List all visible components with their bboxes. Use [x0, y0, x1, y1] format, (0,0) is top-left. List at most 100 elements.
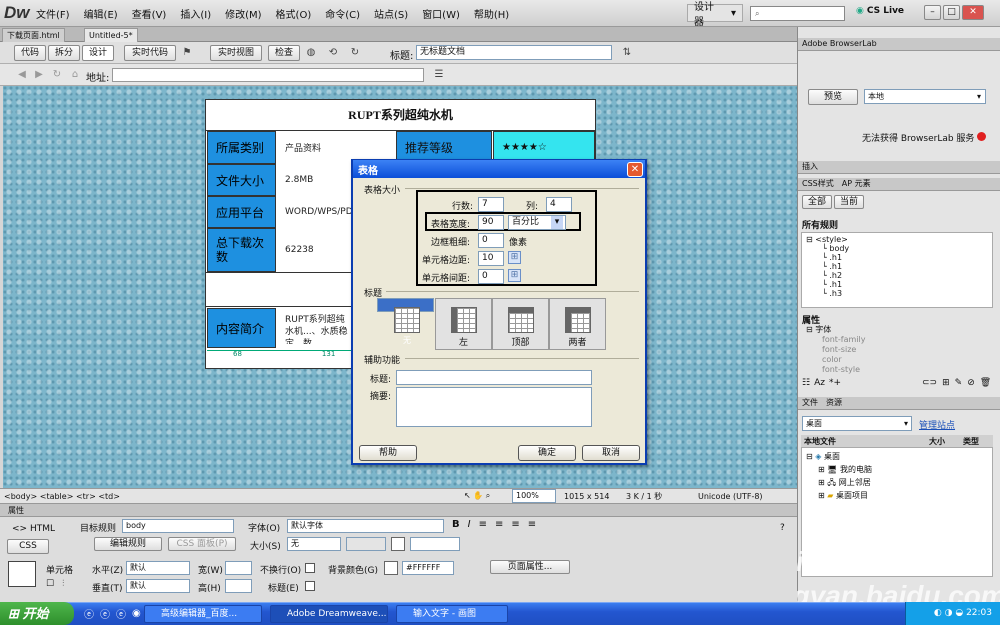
header-checkbox[interactable]	[305, 581, 315, 591]
summary-textarea[interactable]	[396, 387, 592, 427]
menu-commands[interactable]: 命令(C)	[325, 6, 360, 21]
rule-item[interactable]: └ body	[822, 244, 849, 253]
insert-panel-tab[interactable]: 插入	[798, 161, 1000, 174]
column-local-files[interactable]: 本地文件	[801, 436, 929, 447]
file-management-icon[interactable]: ⇅	[620, 46, 634, 60]
task-browser[interactable]: 高级编辑器_百度...	[144, 605, 262, 623]
header-both-option[interactable]: 两者	[549, 298, 606, 350]
all-button[interactable]: 全部	[802, 195, 832, 209]
rule-item[interactable]: └ .h1	[822, 280, 842, 289]
inspect-button[interactable]: 检查	[268, 45, 300, 61]
split-cells-icon[interactable]: ⫶	[62, 579, 64, 589]
tray-icons[interactable]: ◐ ◑ ◒	[934, 608, 966, 618]
current-button[interactable]: 当前	[834, 195, 864, 209]
back-arrow-icon[interactable]: ◀	[15, 68, 29, 82]
zoom-select[interactable]: 100%	[512, 489, 556, 503]
ok-button[interactable]: 确定	[518, 445, 576, 461]
color-input[interactable]	[410, 537, 460, 551]
tree-item-desktop-items[interactable]: ⊞ ▰ 桌面项目	[818, 490, 868, 501]
menu-edit[interactable]: 编辑(E)	[84, 6, 118, 21]
trash-icon[interactable]: 🗑	[980, 378, 991, 388]
live-view-button[interactable]: 实时视图	[210, 45, 262, 61]
bg-color-input[interactable]: #FFFFFF	[402, 561, 454, 575]
maximize-button[interactable]: □	[943, 5, 960, 20]
page-properties-button[interactable]: 页面属性...	[490, 560, 570, 574]
target-rule-select[interactable]: body	[122, 519, 234, 533]
task-dreamweaver[interactable]: Adobe Dreamweave...	[270, 605, 388, 623]
menu-view[interactable]: 查看(V)	[132, 6, 167, 21]
globe-icon[interactable]: ◍	[304, 46, 318, 60]
menu-site[interactable]: 站点(S)	[374, 6, 408, 21]
media-icon[interactable]: ◉	[132, 608, 141, 619]
ie-icon[interactable]: ⓔ	[116, 606, 126, 621]
address-input[interactable]	[112, 68, 424, 82]
height-input[interactable]	[225, 579, 252, 593]
column-size[interactable]: 大小	[929, 436, 963, 447]
menu-file[interactable]: 文件(F)	[36, 6, 70, 21]
close-window-button[interactable]: ✕	[962, 5, 984, 20]
code-view-button[interactable]: 代码	[14, 45, 46, 61]
menu-window[interactable]: 窗口(W)	[422, 6, 460, 21]
sort-az-icon[interactable]: Az	[814, 378, 825, 388]
tree-item-network[interactable]: ⊞ 🖧 网上邻居	[818, 477, 871, 491]
refresh-icon[interactable]: ↻	[50, 68, 64, 82]
rows-input[interactable]: 7	[478, 197, 504, 212]
local-select[interactable]: 本地 ▾	[864, 89, 986, 104]
rule-item[interactable]: └ .h3	[822, 289, 842, 298]
attach-icon[interactable]: ⊂⊃	[922, 378, 937, 388]
align-center-icon[interactable]: ≡	[495, 519, 503, 530]
width-unit-select[interactable]: 百分比 ▾	[508, 215, 566, 230]
italic-icon[interactable]: I	[468, 519, 471, 530]
split-view-button[interactable]: 拆分	[48, 45, 80, 61]
window-size[interactable]: 1015 x 514	[564, 492, 626, 501]
rule-item[interactable]: ⊟ <style>	[806, 235, 848, 244]
horizontal-align-select[interactable]: 默认	[126, 561, 190, 575]
justify-icon[interactable]: ≡	[528, 519, 536, 530]
ie-icon[interactable]: ⓔ	[84, 606, 94, 621]
menu-format[interactable]: 格式(O)	[276, 6, 312, 21]
css-property[interactable]: font-size	[822, 345, 856, 354]
cell-spacing-input[interactable]: 0	[478, 269, 504, 284]
css-property[interactable]: color	[822, 355, 842, 364]
search-input[interactable]: ⌕	[750, 6, 845, 21]
tab-files[interactable]: 文件	[802, 397, 818, 409]
nowrap-checkbox[interactable]	[305, 563, 315, 573]
css-panel-button[interactable]: CSS 面板(P)	[168, 537, 236, 551]
size-unit-select[interactable]	[346, 537, 386, 551]
tag-selector[interactable]: <body> <table> <tr> <td>	[4, 492, 464, 501]
close-icon[interactable]: ✕	[627, 162, 643, 177]
font-select[interactable]: 默认字体	[287, 519, 444, 533]
home-icon[interactable]: ⌂	[68, 68, 82, 82]
forward-arrow-icon[interactable]: ▶	[32, 68, 46, 82]
tab-download-page[interactable]: 下载页面.html	[2, 28, 65, 42]
tree-item-my-computer[interactable]: ⊞ 🖥 我的电脑	[818, 464, 872, 475]
css-property[interactable]: font-family	[822, 335, 866, 344]
menu-insert[interactable]: 插入(I)	[180, 6, 211, 21]
rule-item[interactable]: └ .h1	[822, 262, 842, 271]
width-input[interactable]	[225, 561, 252, 575]
view-options-icon[interactable]: ☰	[432, 68, 446, 82]
bg-color-picker[interactable]	[384, 561, 398, 575]
refresh-icon[interactable]: ↻	[348, 46, 362, 60]
tab-untitled-5[interactable]: Untitled-5*	[84, 28, 138, 42]
bold-icon[interactable]: B	[452, 519, 460, 530]
border-input[interactable]: 0	[478, 233, 504, 248]
preview-icon[interactable]: ⟲	[326, 46, 340, 60]
color-picker[interactable]	[391, 537, 405, 551]
manage-sites-link[interactable]: 管理站点	[919, 418, 955, 431]
cell-padding-input[interactable]: 10	[478, 251, 504, 266]
align-right-icon[interactable]: ≡	[511, 519, 519, 530]
task-paint[interactable]: 输入文字 - 画图	[396, 605, 508, 623]
new-rule-icon[interactable]: ⊞	[942, 378, 950, 388]
edit-rule-button[interactable]: 编辑规则	[94, 537, 162, 551]
disable-icon[interactable]: ⊘	[967, 378, 975, 388]
rule-item[interactable]: └ .h1	[822, 253, 842, 262]
cs-live-button[interactable]: ◉ CS Live	[856, 6, 904, 16]
tab-css-styles[interactable]: CSS样式	[802, 178, 834, 190]
tab-assets[interactable]: 资源	[826, 397, 842, 409]
size-select[interactable]: 无	[287, 537, 341, 551]
menu-help[interactable]: 帮助(H)	[474, 6, 509, 21]
help-icon[interactable]: ?	[780, 523, 785, 533]
html-mode-button[interactable]: <> HTML	[12, 524, 55, 534]
align-left-icon[interactable]: ≡	[479, 519, 487, 530]
